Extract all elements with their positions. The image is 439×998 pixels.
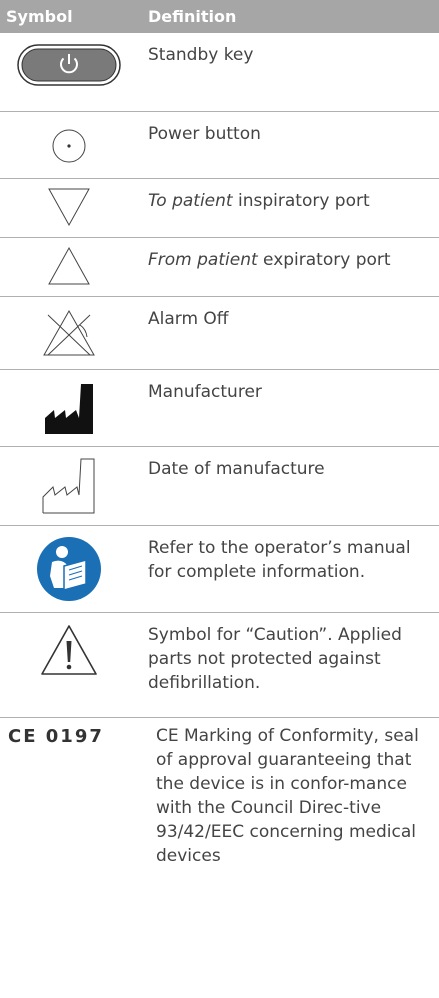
power-button-icon [52,129,86,163]
row-definition: From patient expiratory port [148,250,391,270]
header-definition: Definition [148,7,237,26]
operator-manual-icon [37,537,101,601]
table-row: Refer to the operator’s manual for compl… [0,526,439,613]
to-patient-port-icon [48,188,90,227]
row-definition: Manufacturer [148,382,262,402]
date-of-manufacture-icon [42,458,95,514]
alarm-off-icon [43,309,95,356]
table-header: Symbol Definition [0,0,439,33]
row-definition: CE Marking of Conformity, seal of approv… [156,726,419,866]
table-row: Power button [0,112,439,179]
standby-key-icon [17,44,121,86]
header-symbol: Symbol [6,7,73,26]
row-definition: Date of manufacture [148,459,325,479]
table-row: Symbol for “Caution”. Applied parts not … [0,613,439,718]
table-row: CE 0197 CE Marking of Conformity, seal o… [0,718,439,898]
row-definition: Symbol for “Caution”. Applied parts not … [148,625,402,693]
from-patient-port-icon [48,246,90,285]
row-definition: To patient inspiratory port [148,191,370,211]
ce-mark-icon: CE 0197 [8,726,104,747]
table-row: From patient expiratory port [0,238,439,297]
table-row: Manufacturer [0,370,439,447]
symbol-table: Symbol Definition Standby key Power butt… [0,0,439,898]
row-definition: Alarm Off [148,309,229,329]
caution-icon [41,625,97,675]
row-definition: Standby key [148,45,254,65]
row-definition: Refer to the operator’s manual for compl… [148,538,411,582]
manufacturer-icon [45,384,93,434]
row-definition: Power button [148,124,261,144]
table-row: Alarm Off [0,297,439,370]
table-row: Date of manufacture [0,447,439,526]
table-row: Standby key [0,33,439,112]
table-row: To patient inspiratory port [0,179,439,238]
